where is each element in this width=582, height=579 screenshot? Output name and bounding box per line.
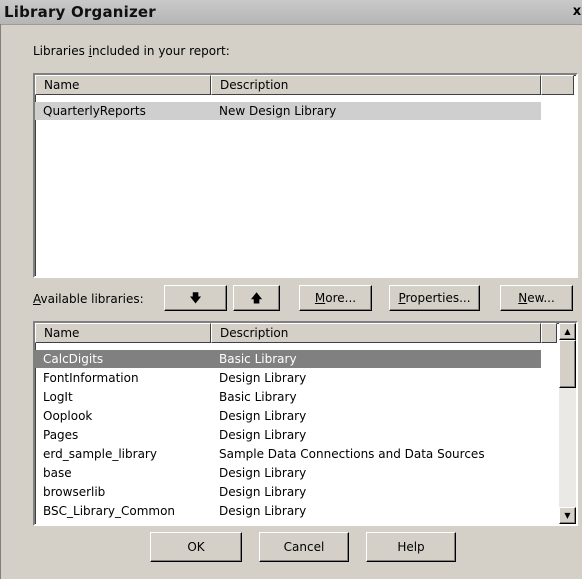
list-item[interactable]: base Design Library: [35, 464, 541, 482]
list-item[interactable]: browserlib Design Library: [35, 483, 541, 501]
list-item[interactable]: QuarterlyReports New Design Library: [35, 102, 541, 120]
window-title: Library Organizer: [4, 3, 156, 21]
more-button[interactable]: More...: [299, 285, 372, 311]
help-button[interactable]: Help: [366, 532, 456, 562]
library-name: QuarterlyReports: [43, 104, 146, 118]
list-item[interactable]: LogIt Basic Library: [35, 388, 541, 406]
column-header-name[interactable]: Name: [35, 323, 211, 343]
library-name: CalcDigits: [43, 352, 104, 366]
list-item[interactable]: Pages Design Library: [35, 426, 541, 444]
available-libraries-list[interactable]: Name Description CalcDigits Basic Library…: [33, 321, 578, 526]
move-up-button[interactable]: 🡅: [233, 285, 280, 311]
library-description: Design Library: [219, 428, 307, 442]
list-item[interactable]: Ooplook Design Library: [35, 407, 541, 425]
library-description: Design Library: [219, 504, 307, 518]
column-header-filler: [541, 323, 557, 343]
list-item[interactable]: CalcDigits Basic Library: [35, 350, 541, 368]
library-description: Design Library: [219, 466, 307, 480]
list-item[interactable]: FontInformation Design Library: [35, 369, 541, 387]
library-name: Ooplook: [43, 409, 93, 423]
arrow-up-icon: 🡅: [250, 291, 263, 305]
library-description: Design Library: [219, 371, 307, 385]
column-header-filler: [541, 75, 574, 95]
properties-button[interactable]: Properties...: [389, 285, 480, 311]
library-name: base: [43, 466, 72, 480]
arrow-down-icon: ▼: [564, 511, 571, 520]
list-item[interactable]: BSC_Library_Common Design Library: [35, 502, 541, 520]
column-header-name[interactable]: Name: [35, 75, 211, 95]
new-button[interactable]: New...: [500, 285, 573, 311]
arrow-up-icon: ▲: [564, 327, 571, 336]
library-name: Pages: [43, 428, 79, 442]
library-description: Basic Library: [219, 390, 297, 404]
library-description: Basic Library: [219, 352, 297, 366]
library-description: New Design Library: [219, 104, 337, 118]
vertical-scrollbar[interactable]: ▲ ▼: [559, 323, 576, 524]
library-name: erd_sample_library: [43, 447, 157, 461]
available-libraries-label: Available libraries:: [33, 292, 144, 306]
scroll-down-button[interactable]: ▼: [559, 507, 576, 524]
column-header-description[interactable]: Description: [211, 323, 541, 343]
arrow-down-icon: 🡇: [189, 291, 202, 305]
library-name: FontInformation: [43, 371, 139, 385]
library-description: Sample Data Connections and Data Sources: [219, 447, 485, 461]
list-item[interactable]: erd_sample_library Sample Data Connection…: [35, 445, 541, 463]
ok-button[interactable]: OK: [150, 532, 242, 562]
close-icon[interactable]: x: [569, 4, 582, 20]
move-down-button[interactable]: 🡇: [164, 285, 227, 311]
library-name: LogIt: [43, 390, 73, 404]
scrollbar-thumb[interactable]: [559, 340, 576, 388]
included-libraries-label: Libraries included in your report:: [33, 44, 230, 58]
column-header-description[interactable]: Description: [211, 75, 541, 95]
title-bar: Library Organizer x: [0, 0, 582, 25]
library-description: Design Library: [219, 409, 307, 423]
library-name: browserlib: [43, 485, 106, 499]
library-name: BSC_Library_Common: [43, 504, 176, 518]
scroll-up-button[interactable]: ▲: [559, 323, 576, 340]
window-frame: [0, 24, 1, 579]
included-libraries-list[interactable]: Name Description QuarterlyReports New De…: [33, 73, 578, 278]
library-description: Design Library: [219, 485, 307, 499]
cancel-button[interactable]: Cancel: [259, 532, 349, 562]
